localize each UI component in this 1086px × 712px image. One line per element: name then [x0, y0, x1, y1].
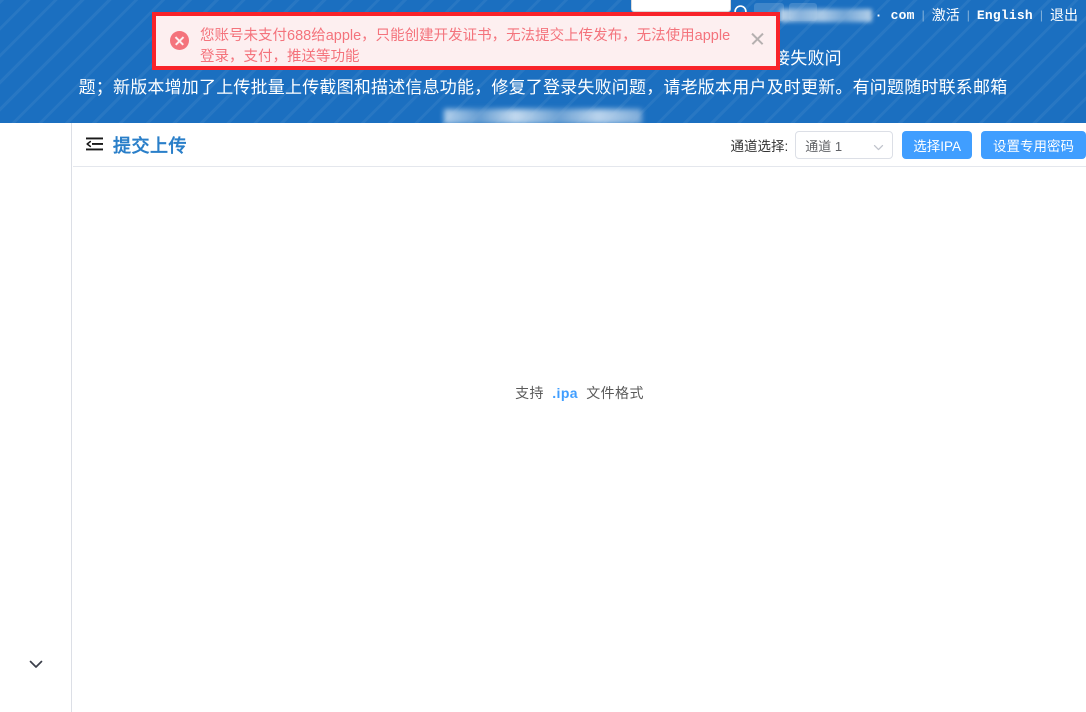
channel-select-value: 通道 1 [805, 138, 843, 154]
close-icon[interactable] [749, 30, 766, 47]
account-domain: · com [874, 7, 915, 23]
dropzone-hint-prefix: 支持 [515, 385, 544, 401]
topbar-separator-1: | [921, 8, 925, 22]
topbar-separator-3: | [1039, 8, 1043, 22]
topbar-separator-2: | [966, 8, 970, 22]
channel-select-label: 通道选择: [730, 139, 789, 154]
sidebar-collapse-toggle[interactable] [0, 648, 72, 680]
channel-select[interactable]: 通道 1 [795, 131, 894, 159]
toolbar: 提交上传 通道选择: 通道 1 选择IPA 设置专用密码 [73, 123, 1086, 167]
set-app-specific-password-button[interactable]: 设置专用密码 [981, 131, 1086, 159]
sidebar [0, 123, 72, 712]
dropzone-hint: 支持 .ipa 文件格式 [515, 383, 644, 403]
toolbar-actions: 通道选择: 通道 1 选择IPA 设置专用密码 [730, 123, 1086, 167]
select-ipa-button[interactable]: 选择IPA [902, 131, 972, 159]
error-alert: 您账号未支付688给apple，只能创建开发证书，无法提交上传发布，无法使用ap… [152, 12, 780, 70]
account-name-masked [779, 8, 872, 22]
banner-notice-line-2: 题；新版本增加了上传批量上传截图和描述信息功能，修复了登录失败问题，请老版本用户… [78, 78, 1008, 97]
page-title: 提交上传 [113, 135, 187, 156]
error-alert-message: 您账号未支付688给apple，只能创建开发证书，无法提交上传发布，无法使用ap… [200, 28, 731, 65]
chevron-down-icon [29, 660, 43, 668]
topbar-link-activate[interactable]: 激活 [932, 5, 960, 25]
topbar-link-english[interactable]: English [977, 8, 1033, 23]
menu-fold-icon[interactable] [86, 137, 103, 152]
error-alert-body: 您账号未支付688给apple，只能创建开发证书，无法提交上传发布，无法使用ap… [156, 16, 776, 66]
dropzone-hint-suffix: 文件格式 [586, 385, 644, 401]
search-input[interactable] [631, 0, 731, 12]
error-circle-icon [170, 31, 189, 50]
dropzone-hint-format: .ipa [552, 385, 578, 401]
contact-email-masked [444, 109, 642, 123]
main-panel: 提交上传 通道选择: 通道 1 选择IPA 设置专用密码 支持 .ipa 文件格… [73, 123, 1086, 712]
app-root: · com | 激活 | English | 退出 Appuploader开 决… [0, 0, 1086, 712]
chevron-down-icon [873, 140, 884, 151]
banner-topbar: · com | 激活 | English | 退出 [779, 2, 1078, 28]
banner-notice-line-3 [26, 102, 1060, 123]
ipa-dropzone[interactable]: 支持 .ipa 文件格式 [73, 167, 1086, 711]
topbar-link-logout[interactable]: 退出 [1050, 5, 1078, 25]
